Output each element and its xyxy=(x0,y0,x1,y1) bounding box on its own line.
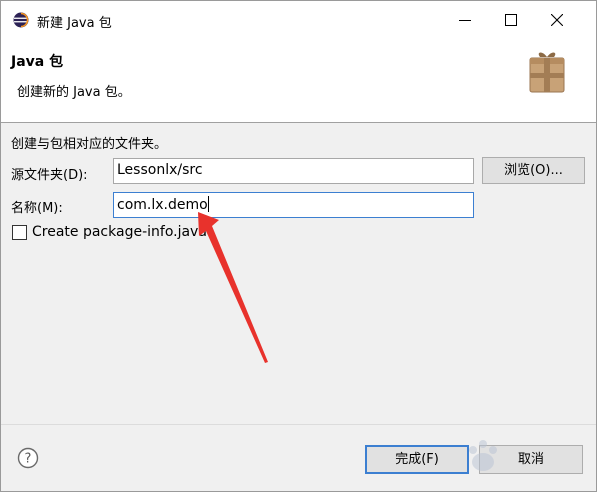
name-label: 名称(M): xyxy=(11,201,63,216)
package-name-input[interactable]: com.lx.demo xyxy=(113,192,474,218)
close-icon xyxy=(551,14,563,26)
dialog-content: 创建与包相对应的文件夹。 源文件夹(D): Lessonlx/src 浏览(O)… xyxy=(1,124,596,424)
help-icon[interactable]: ? xyxy=(17,447,39,469)
window-title: 新建 Java 包 xyxy=(37,16,112,31)
package-name-value: com.lx.demo xyxy=(117,197,208,213)
finish-button[interactable]: 完成(F) xyxy=(365,445,469,474)
source-folder-label: 源文件夹(D): xyxy=(11,168,88,183)
new-java-package-dialog: 新建 Java 包 Java 包 创建新的 Java 包。 创建与包相对应的文件… xyxy=(0,0,597,492)
title-bar[interactable]: 新建 Java 包 xyxy=(1,1,596,39)
package-info-label[interactable]: Create package-info.java xyxy=(32,224,207,240)
dialog-header: Java 包 创建新的 Java 包。 xyxy=(1,39,596,123)
package-info-checkbox[interactable] xyxy=(12,225,27,240)
footer-separator xyxy=(1,424,596,425)
maximize-icon xyxy=(505,14,517,26)
browse-button[interactable]: 浏览(O)... xyxy=(482,157,585,184)
svg-text:?: ? xyxy=(25,452,32,467)
watermark-logo xyxy=(469,440,497,471)
header-title: Java 包 xyxy=(11,54,64,70)
text-caret xyxy=(207,196,209,212)
source-folder-input[interactable]: Lessonlx/src xyxy=(113,158,474,184)
section-description: 创建与包相对应的文件夹。 xyxy=(11,137,168,152)
close-button[interactable] xyxy=(534,1,580,39)
minimize-icon xyxy=(459,20,471,21)
package-icon xyxy=(529,52,565,93)
minimize-button[interactable] xyxy=(442,1,488,39)
eclipse-icon xyxy=(13,12,29,28)
header-description: 创建新的 Java 包。 xyxy=(17,85,131,100)
maximize-button[interactable] xyxy=(488,1,534,39)
